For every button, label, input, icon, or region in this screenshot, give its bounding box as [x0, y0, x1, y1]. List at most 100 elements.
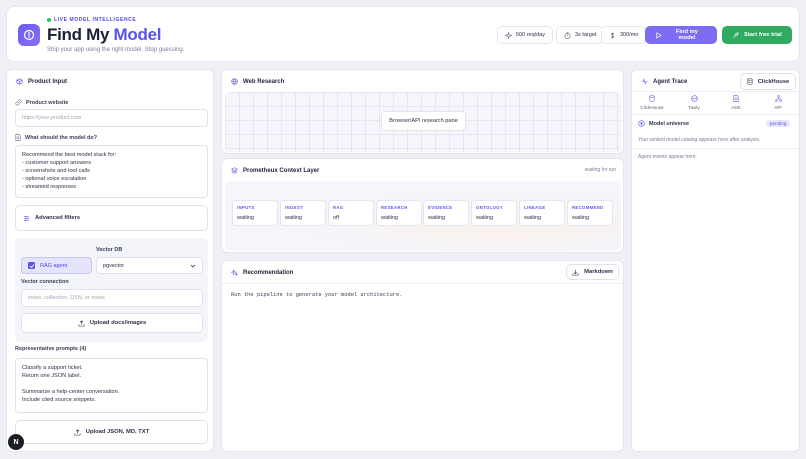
markdown-label: Markdown	[584, 269, 613, 275]
prompts-textarea[interactable]: Classify a support ticket. Return one JS…	[15, 358, 208, 413]
agent-trace-title: Agent Trace	[653, 78, 688, 85]
trace-tab-adk[interactable]: ADK	[715, 91, 757, 113]
stage-name: INGEST	[285, 205, 303, 210]
catalog-note: Your ranked model catalog appears here a…	[638, 137, 761, 143]
network-icon	[774, 94, 782, 102]
upload-icon	[78, 319, 85, 326]
vector-connection-placeholder: index, collection, DSN, or notes	[28, 295, 105, 301]
vector-db-select[interactable]: pgvector	[96, 257, 203, 274]
rocket-icon	[732, 32, 739, 38]
trace-tab-label: API	[774, 104, 782, 110]
rag-agent-checkbox[interactable]: RAG agent	[21, 257, 92, 274]
pipeline-stage-research[interactable]: RESEARCH waiting	[376, 200, 422, 226]
pipeline-stage-lineage[interactable]: LINEAGE waiting	[519, 200, 565, 226]
trace-tab-tavily[interactable]: Tavily	[673, 91, 715, 113]
context-layer-status: waiting for run	[584, 167, 616, 173]
sparkles-icon	[231, 269, 238, 276]
eyebrow-text: LIVE MODEL INTELLIGENCE	[54, 17, 137, 23]
budget-pill[interactable]: 300/mo	[601, 26, 647, 44]
upload-docs-button[interactable]: Upload docs/images	[21, 313, 203, 333]
live-dot-icon	[47, 17, 51, 22]
markdown-button[interactable]: Markdown	[566, 264, 619, 280]
pending-badge: pending	[766, 120, 791, 127]
cube-icon	[16, 78, 23, 85]
prompts-label: Representative prompts (4)	[15, 346, 87, 352]
research-pane-label: Browser/API research pane	[381, 111, 466, 131]
link-icon	[15, 99, 22, 106]
document-icon	[15, 134, 21, 141]
dollar-icon	[610, 32, 615, 38]
advanced-filters-toggle[interactable]: Advanced filters	[15, 205, 208, 231]
pipeline-stage-ontology[interactable]: ONTOLOGY waiting	[471, 200, 517, 226]
advanced-filters-label: Advanced filters	[35, 215, 81, 221]
stage-status: waiting	[285, 215, 303, 221]
events-note: Agent events appear here.	[638, 154, 697, 160]
requests-value: 500 req/day	[516, 32, 546, 38]
app-header: LIVE MODEL INTELLIGENCE Find My Model Sh…	[6, 6, 800, 62]
web-research-header: Web Research	[231, 78, 284, 85]
pipeline-stage-rag[interactable]: RAG off	[328, 200, 374, 226]
trial-button-label: Start free trial	[744, 32, 782, 38]
find-button-label: Find my model	[675, 29, 699, 41]
recommendation-title: Recommendation	[243, 269, 294, 276]
stage-status: waiting	[428, 215, 446, 221]
upload-json-button[interactable]: Upload JSON, MD, TXT	[15, 420, 208, 444]
website-input[interactable]: https://your-product.com	[15, 109, 208, 127]
pipeline-stage-recommend[interactable]: RECOMMEND waiting	[567, 200, 613, 226]
chevron-down-icon	[190, 264, 196, 268]
database-icon	[649, 94, 655, 102]
title-accent: Model	[113, 25, 162, 44]
website-label: Product website	[15, 99, 68, 106]
website-label-text: Product website	[26, 99, 69, 106]
stage-status: waiting	[381, 215, 399, 221]
latency-pill[interactable]: 3s target	[556, 26, 605, 44]
filter-sliders-icon	[23, 215, 30, 221]
pipeline-stage-inputs[interactable]: INPUTS waiting	[232, 200, 278, 226]
divider	[632, 114, 799, 115]
database-icon	[747, 78, 753, 85]
page-title: Find My Model	[47, 25, 161, 45]
find-my-model-button[interactable]: Find my model	[645, 26, 717, 44]
compass-icon	[23, 29, 35, 41]
pipeline-stage-evidence[interactable]: EVIDENCE waiting	[423, 200, 469, 226]
stage-status: waiting	[476, 215, 494, 221]
trace-tab-clickhouse[interactable]: ClickHouse	[631, 91, 673, 113]
vector-connection-label: Vector connection	[21, 279, 69, 285]
requests-pill[interactable]: 500 req/day	[497, 26, 554, 44]
trace-tab-label: ClickHouse	[640, 104, 664, 110]
pipeline-stage-ingest[interactable]: INGEST waiting	[280, 200, 326, 226]
stage-name: RECOMMEND	[572, 205, 604, 210]
divider	[632, 148, 799, 149]
task-label-text: What should the model do?	[25, 134, 98, 141]
sparkle-icon	[505, 31, 512, 39]
checkbox-checked-icon	[28, 262, 35, 269]
agent-trace-header: Agent Trace	[641, 78, 687, 85]
latency-value: 3s target	[575, 32, 597, 38]
product-input-title: Product Input	[28, 78, 67, 85]
product-input-panel: Product Input Product website https://yo…	[6, 69, 214, 452]
stage-name: ONTOLOGY	[476, 205, 504, 210]
layers-icon	[231, 167, 238, 174]
start-trial-button[interactable]: Start free trial	[722, 26, 792, 44]
clickhouse-button[interactable]: ClickHouse	[740, 73, 796, 90]
upload-icon	[74, 428, 81, 435]
task-textarea[interactable]: Recommend the best model stack for: - cu…	[15, 145, 208, 198]
stage-name: LINEAGE	[524, 205, 546, 210]
play-icon	[656, 31, 662, 39]
target-icon	[638, 120, 645, 127]
avatar[interactable]: N	[8, 434, 24, 450]
upload-docs-label: Upload docs/images	[89, 320, 147, 326]
globe-icon	[231, 78, 238, 85]
download-icon	[572, 269, 579, 275]
stage-status: waiting	[237, 215, 255, 221]
vector-db-label: Vector DB	[96, 247, 123, 253]
context-layer-title: Prometheux Context Layer	[243, 167, 320, 174]
vector-connection-input[interactable]: index, collection, DSN, or notes	[21, 289, 203, 307]
stage-status: waiting	[572, 215, 590, 221]
trace-tab-label: Tavily	[688, 104, 700, 110]
recommendation-header: Recommendation	[231, 269, 293, 276]
trace-tab-api[interactable]: API	[757, 91, 799, 113]
stage-name: INPUTS	[237, 205, 255, 210]
model-universe-header: Model universe	[638, 120, 689, 127]
context-layer-header: Prometheux Context Layer	[231, 167, 319, 174]
